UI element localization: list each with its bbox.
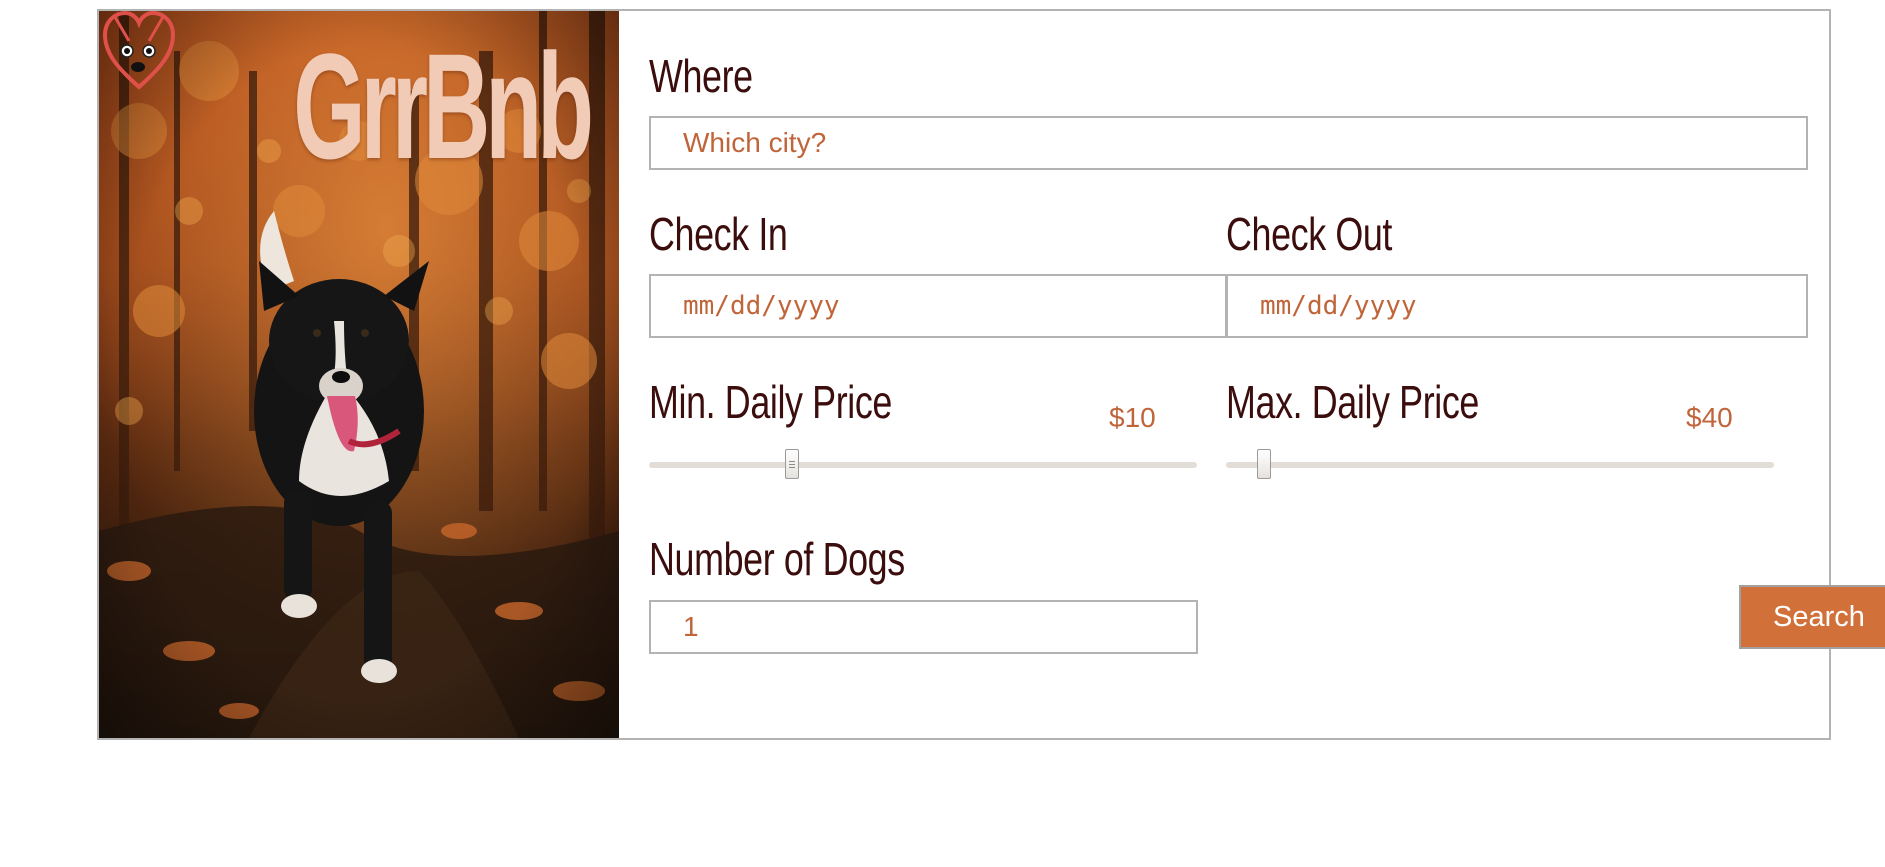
max-price-slider[interactable] (1226, 449, 1774, 479)
where-field (649, 116, 1808, 170)
max-price-slider-handle[interactable] (1257, 449, 1271, 479)
city-input[interactable] (683, 127, 1806, 159)
dogs-field (649, 600, 1198, 654)
max-price-label: Max. Daily Price (1226, 376, 1479, 428)
dogs-input[interactable] (683, 611, 1196, 643)
check-out-field[interactable]: mm/dd/yyyy (1226, 274, 1808, 338)
min-price-slider-handle[interactable] (785, 449, 799, 479)
check-out-placeholder: mm/dd/yyyy (1260, 291, 1417, 321)
search-form: Where Check In mm/dd/yyyy Check Out mm/d… (649, 11, 1885, 738)
min-price-label: Min. Daily Price (649, 376, 892, 428)
hero-panel: GrrBnb (99, 11, 619, 738)
where-label: Where (649, 50, 753, 102)
dog-heart-logo-icon (102, 11, 176, 90)
min-price-value: $10 (1109, 402, 1156, 433)
brand-title: GrrBnb (293, 22, 594, 190)
check-out-label: Check Out (1226, 208, 1392, 260)
check-in-label: Check In (649, 208, 788, 260)
dogs-label: Number of Dogs (649, 533, 905, 585)
min-price-slider[interactable] (649, 449, 1197, 479)
check-in-placeholder: mm/dd/yyyy (683, 291, 840, 321)
max-price-value: $40 (1686, 402, 1733, 433)
check-in-field[interactable]: mm/dd/yyyy (649, 274, 1227, 338)
search-card: GrrBnb Where Check In mm/dd/yyyy Check O… (97, 9, 1885, 740)
search-button[interactable]: Search (1739, 585, 1885, 649)
